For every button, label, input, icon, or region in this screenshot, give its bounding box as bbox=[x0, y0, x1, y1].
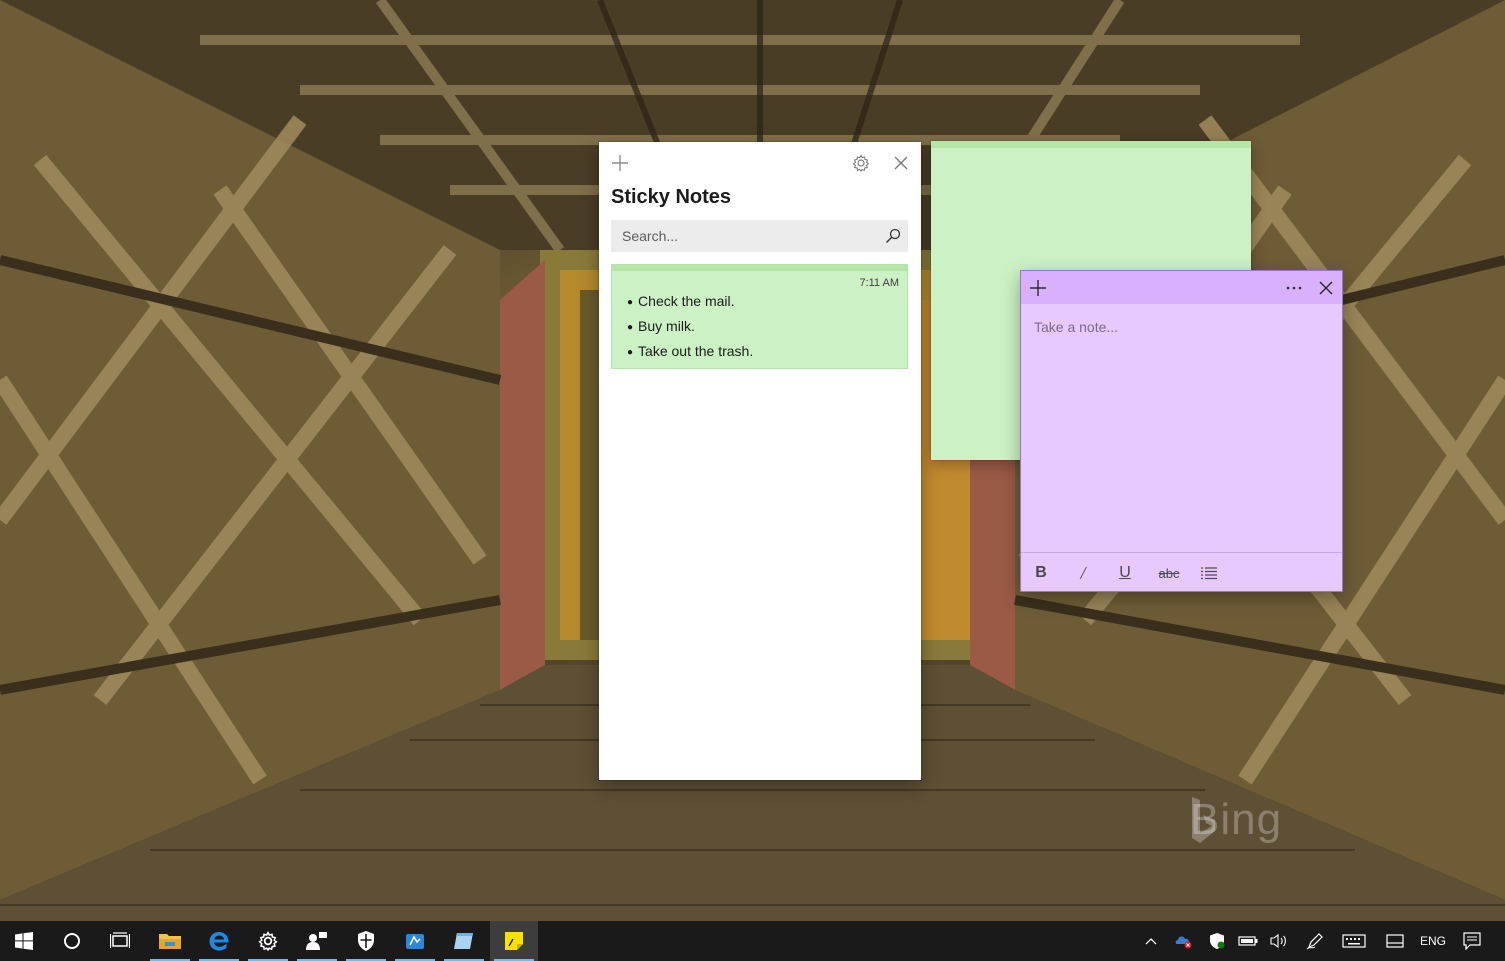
cortana-button[interactable] bbox=[48, 921, 96, 961]
pen-workspace-tray[interactable] bbox=[1303, 921, 1327, 961]
new-note-button[interactable] bbox=[607, 150, 633, 176]
sticky-notes-list-window: Sticky Notes 7:11 AM Check the mail. Buy… bbox=[599, 142, 921, 780]
plus-icon bbox=[612, 155, 628, 171]
note-list-item[interactable]: 7:11 AM Check the mail. Buy milk. Take o… bbox=[611, 264, 908, 369]
more-icon bbox=[1286, 286, 1302, 290]
volume-icon bbox=[1270, 933, 1286, 949]
more-options-button[interactable] bbox=[1281, 275, 1307, 301]
close-icon bbox=[1319, 281, 1333, 295]
start-icon bbox=[15, 932, 33, 950]
bing-logo-icon bbox=[1192, 797, 1215, 843]
search-input[interactable] bbox=[611, 220, 880, 252]
settings-button[interactable] bbox=[848, 150, 874, 176]
note-bullet-list: Check the mail. Buy milk. Take out the t… bbox=[627, 290, 753, 365]
note-bullet: Check the mail. bbox=[627, 290, 753, 315]
onedrive-error-icon bbox=[1175, 936, 1192, 949]
italic-button[interactable]: / bbox=[1068, 560, 1098, 586]
settings-icon bbox=[258, 931, 278, 951]
people-icon bbox=[306, 932, 327, 950]
app-title: Sticky Notes bbox=[611, 186, 732, 208]
close-note-button[interactable] bbox=[1313, 275, 1339, 301]
bullet-list-button[interactable] bbox=[1194, 560, 1224, 586]
search-box bbox=[611, 220, 908, 252]
volume-tray[interactable] bbox=[1267, 921, 1291, 961]
show-hidden-icons-button[interactable] bbox=[1140, 921, 1162, 961]
taskbar-notepad[interactable] bbox=[440, 921, 488, 961]
keyboard-icon bbox=[1342, 934, 1366, 948]
taskbar-defender[interactable] bbox=[342, 921, 390, 961]
bing-watermark: Bing bbox=[1190, 795, 1282, 845]
input-language[interactable]: ENG bbox=[1416, 921, 1450, 961]
display-tray[interactable] bbox=[1383, 921, 1407, 961]
green-note-header[interactable] bbox=[931, 141, 1251, 148]
onedrive-tray[interactable] bbox=[1172, 921, 1196, 961]
chevron-up-icon bbox=[1145, 938, 1157, 945]
purple-sticky-note: B / U abc bbox=[1021, 271, 1342, 591]
search-button[interactable] bbox=[880, 223, 906, 249]
action-center-tray[interactable] bbox=[1460, 921, 1484, 961]
taskbar: ENG bbox=[0, 921, 1505, 961]
display-icon bbox=[1386, 934, 1404, 948]
purple-note-header[interactable] bbox=[1021, 271, 1342, 304]
start-button[interactable] bbox=[0, 921, 48, 961]
notifications-icon bbox=[1463, 932, 1481, 950]
bold-button[interactable]: B bbox=[1026, 560, 1056, 586]
task-view-button[interactable] bbox=[96, 921, 144, 961]
cortana-icon bbox=[64, 933, 80, 949]
security-tray[interactable] bbox=[1205, 921, 1229, 961]
battery-tray[interactable] bbox=[1236, 921, 1260, 961]
touch-keyboard-tray[interactable] bbox=[1340, 921, 1368, 961]
formatting-toolbar: B / U abc bbox=[1021, 552, 1342, 592]
taskbar-edge[interactable] bbox=[195, 921, 243, 961]
note-bullet: Buy milk. bbox=[627, 315, 753, 340]
list-icon bbox=[1201, 567, 1217, 580]
underline-button[interactable]: U bbox=[1110, 560, 1140, 586]
close-button[interactable] bbox=[888, 150, 914, 176]
taskbar-azure[interactable] bbox=[391, 921, 439, 961]
note-bullet: Take out the trash. bbox=[627, 340, 753, 365]
note-color-bar bbox=[612, 265, 907, 271]
taskbar-sticky-notes[interactable] bbox=[490, 921, 538, 961]
strikethrough-button[interactable]: abc bbox=[1152, 560, 1186, 586]
pen-icon bbox=[1306, 933, 1323, 950]
taskbar-settings[interactable] bbox=[244, 921, 292, 961]
battery-icon bbox=[1238, 936, 1258, 946]
edge-icon bbox=[209, 932, 229, 951]
new-note-button[interactable] bbox=[1025, 275, 1051, 301]
note-timestamp: 7:11 AM bbox=[859, 277, 899, 289]
azure-icon bbox=[406, 934, 424, 949]
taskbar-file-explorer[interactable] bbox=[146, 921, 194, 961]
gear-icon bbox=[852, 154, 870, 172]
file-explorer-icon bbox=[159, 934, 181, 949]
sticky-notes-icon bbox=[505, 932, 523, 950]
task-view-icon bbox=[110, 932, 130, 948]
search-icon bbox=[886, 228, 901, 243]
note-text-area[interactable] bbox=[1021, 304, 1342, 551]
plus-icon bbox=[1030, 280, 1046, 296]
shield-icon bbox=[1210, 933, 1225, 949]
close-icon bbox=[894, 156, 908, 170]
defender-icon bbox=[358, 931, 374, 951]
notepad-icon bbox=[454, 933, 473, 949]
taskbar-people[interactable] bbox=[293, 921, 341, 961]
